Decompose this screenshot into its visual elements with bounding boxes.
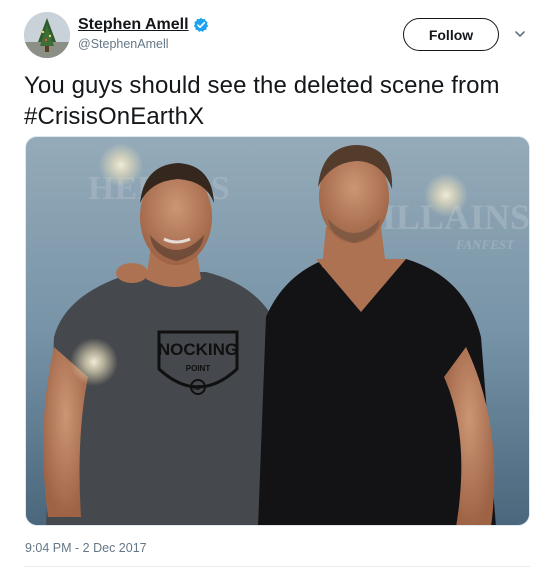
user-handle[interactable]: @StephenAmell — [78, 37, 209, 51]
name-row: Stephen Amell — [78, 15, 209, 35]
tweet-timestamp[interactable]: 9:04 PM - 2 Dec 2017 — [25, 541, 147, 555]
tweet-text: You guys should see the deleted scene fr… — [24, 70, 524, 132]
tweet-photo[interactable]: HEROES VILLAINS FANFEST NOCKING POINT — [25, 136, 530, 526]
tweet-card: Stephen Amell @StephenAmell Follow You g… — [0, 0, 550, 571]
chevron-down-icon[interactable] — [513, 27, 527, 41]
verified-badge-icon — [193, 17, 209, 33]
display-name[interactable]: Stephen Amell — [78, 16, 189, 34]
hashtag-link[interactable]: #CrisisOnEarthX — [24, 103, 204, 130]
avatar[interactable] — [24, 12, 70, 58]
divider — [24, 566, 530, 567]
user-info: Stephen Amell @StephenAmell — [78, 15, 209, 51]
tweet-text-body: You guys should see the deleted scene fr… — [24, 72, 500, 99]
follow-button[interactable]: Follow — [403, 18, 499, 51]
